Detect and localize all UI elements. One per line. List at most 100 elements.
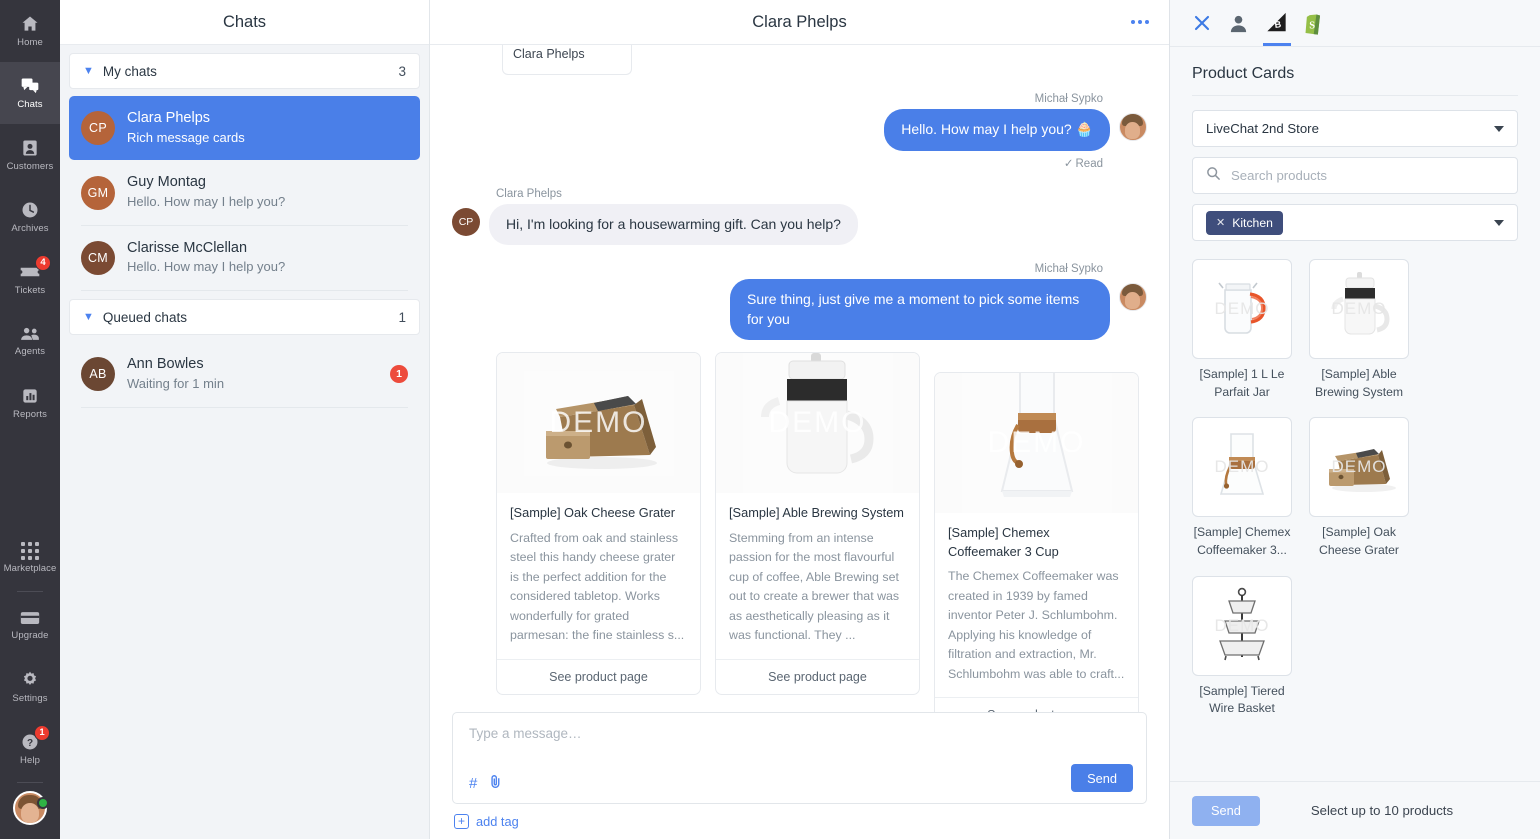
- product-cards-panel: B S Product Cards LiveChat 2nd Store: [1170, 0, 1540, 839]
- tag-icon[interactable]: #: [469, 775, 477, 792]
- composer-area: Type a message… # Send + add tag: [430, 712, 1169, 839]
- avatar: CP: [81, 111, 115, 145]
- customer-icon[interactable]: [1228, 0, 1249, 46]
- panel-footer: Send Select up to 10 products: [1170, 781, 1540, 839]
- sidebar-label-reports: Reports: [13, 409, 47, 420]
- search-input[interactable]: Search products: [1192, 157, 1518, 194]
- message-author: Michał Sypko: [452, 93, 1147, 105]
- product-thumbnail: DEMO: [1192, 259, 1292, 359]
- help-icon: ? 1: [20, 732, 40, 752]
- panel-send-button[interactable]: Send: [1192, 796, 1260, 826]
- demo-watermark: DEMO: [769, 406, 867, 440]
- avatar-face: [1125, 122, 1140, 139]
- sidebar-item-agents[interactable]: Agents: [0, 310, 60, 372]
- sidebar-item-archives[interactable]: Archives: [0, 186, 60, 248]
- product-tile-parfait-jar[interactable]: DEMO [Sample] 1 L Le Parfait Jar: [1192, 259, 1292, 401]
- group-header-queued-chats[interactable]: ▼ Queued chats 1: [69, 299, 420, 335]
- sidebar-label-chats: Chats: [17, 99, 42, 110]
- see-product-page-button[interactable]: See product page: [716, 659, 919, 694]
- filter-chip-label: Kitchen: [1232, 216, 1273, 230]
- message-composer[interactable]: Type a message… # Send: [452, 712, 1147, 804]
- sidebar-item-upgrade[interactable]: Upgrade: [0, 594, 60, 656]
- plus-icon[interactable]: +: [454, 814, 469, 829]
- product-description: Stemming from an intense passion for the…: [729, 529, 906, 646]
- avatar: GM: [81, 176, 115, 210]
- group-label-queued-chats: Queued chats: [103, 310, 187, 325]
- avatar: AB: [81, 357, 115, 391]
- product-thumbnail: DEMO: [1192, 576, 1292, 676]
- group-count-my-chats: 3: [398, 64, 406, 79]
- add-tag-label[interactable]: add tag: [476, 814, 519, 829]
- message-input-placeholder[interactable]: Type a message…: [469, 726, 1130, 741]
- sidebar-item-tickets[interactable]: 4 Tickets: [0, 248, 60, 310]
- tickets-badge: 4: [35, 255, 51, 271]
- tickets-icon: 4: [19, 262, 41, 282]
- sidebar-item-marketplace[interactable]: Marketplace: [0, 527, 60, 589]
- product-tile-tiered-wire-basket[interactable]: DEMO [Sample] Tiered Wire Basket: [1192, 576, 1292, 718]
- product-tile-able-brewing-system[interactable]: DEMO [Sample] Able Brewing System: [1309, 259, 1409, 401]
- chevron-down-icon: ▼: [83, 311, 94, 323]
- more-options-icon[interactable]: [1131, 20, 1149, 24]
- message-outgoing-2: Michał Sypko Sure thing, just give me a …: [452, 263, 1147, 340]
- product-card-able-brewing-system[interactable]: DEMO [Sample] Able Brewing System Stemmi…: [715, 352, 920, 694]
- chat-list-item-ann-bowles[interactable]: AB Ann Bowles Waiting for 1 min 1: [69, 342, 420, 406]
- shopify-icon[interactable]: S: [1304, 0, 1325, 46]
- upgrade-icon: [19, 610, 41, 627]
- chat-item-meta: Guy Montag Hello. How may I help you?: [127, 173, 408, 211]
- add-tag-row[interactable]: + add tag: [452, 814, 1147, 829]
- see-product-page-button[interactable]: See product page: [497, 659, 700, 694]
- sidebar-label-settings: Settings: [12, 693, 47, 704]
- see-product-page-button[interactable]: See product page: [935, 697, 1138, 712]
- panel-title: Product Cards: [1170, 47, 1540, 95]
- product-tile-oak-cheese-grater[interactable]: DEMO [Sample] Oak Cheese Grater: [1309, 417, 1409, 559]
- product-description: Crafted from oak and stainless steel thi…: [510, 529, 687, 646]
- product-image: DEMO: [497, 353, 700, 493]
- search-icon: [1206, 166, 1221, 186]
- list-divider: [81, 290, 408, 291]
- attachment-icon[interactable]: [489, 774, 502, 793]
- avatar: CM: [81, 241, 115, 275]
- composer-tools: #: [469, 774, 502, 793]
- send-button[interactable]: Send: [1071, 764, 1133, 792]
- product-card-oak-cheese-grater[interactable]: DEMO [Sample] Oak Cheese Grater Crafted …: [496, 352, 701, 694]
- product-tile-label: [Sample] Chemex Coffeemaker 3...: [1192, 524, 1292, 559]
- sidebar-item-chats[interactable]: Chats: [0, 62, 60, 124]
- sidebar-label-home: Home: [17, 37, 43, 48]
- sidebar-item-reports[interactable]: Reports: [0, 372, 60, 434]
- close-icon[interactable]: [1192, 0, 1212, 46]
- product-tile-chemex-coffeemaker[interactable]: DEMO [Sample] Chemex Coffeemaker 3...: [1192, 417, 1292, 559]
- product-title: [Sample] Able Brewing System: [729, 504, 906, 523]
- chats-icon: [20, 76, 40, 96]
- product-thumbnail: DEMO: [1309, 259, 1409, 359]
- chat-list-item-guy-montag[interactable]: GM Guy Montag Hello. How may I help you?: [69, 160, 420, 224]
- sidebar-item-customers[interactable]: Customers: [0, 124, 60, 186]
- chat-list-item-clarisse-mcclellan[interactable]: CM Clarisse McClellan Hello. How may I h…: [69, 226, 420, 290]
- avatar-face: [21, 803, 39, 823]
- product-card-chemex-coffeemaker[interactable]: DEMO [Sample] Chemex Coffeemaker 3 Cup T…: [934, 372, 1139, 712]
- sidebar-item-help[interactable]: ? 1 Help: [0, 718, 60, 780]
- product-tile-label: [Sample] 1 L Le Parfait Jar: [1192, 366, 1292, 401]
- scrolled-card-partial: Clara Phelps: [502, 45, 632, 75]
- sidebar-label-agents: Agents: [15, 346, 45, 357]
- sidebar-item-home[interactable]: Home: [0, 0, 60, 62]
- customers-icon: [20, 138, 40, 158]
- chevron-down-icon: ▼: [83, 65, 94, 77]
- chat-list-item-clara-phelps[interactable]: CP Clara Phelps Rich message cards: [69, 96, 420, 160]
- bigcommerce-icon[interactable]: B: [1265, 0, 1288, 46]
- product-title: [Sample] Chemex Coffeemaker 3 Cup: [948, 524, 1125, 561]
- filter-chip-kitchen[interactable]: ✕ Kitchen: [1206, 211, 1283, 235]
- chat-main-panel: Clara Phelps Clara Phelps Michał Sypko H…: [430, 0, 1170, 839]
- chat-item-name: Ann Bowles: [127, 355, 378, 375]
- sidebar-item-settings[interactable]: Settings: [0, 656, 60, 718]
- svg-text:?: ?: [27, 738, 33, 749]
- online-status-dot: [37, 797, 49, 809]
- marketplace-icon: [21, 542, 39, 560]
- chat-item-name: Clarisse McClellan: [127, 239, 408, 259]
- product-thumbnail: DEMO: [1309, 417, 1409, 517]
- close-icon[interactable]: ✕: [1216, 216, 1225, 229]
- agent-avatar-wrap[interactable]: [0, 791, 60, 825]
- chat-item-preview: Rich message cards: [127, 129, 408, 148]
- group-header-my-chats[interactable]: ▼ My chats 3: [69, 53, 420, 89]
- store-select[interactable]: LiveChat 2nd Store: [1192, 110, 1518, 147]
- category-filter[interactable]: ✕ Kitchen: [1192, 204, 1518, 241]
